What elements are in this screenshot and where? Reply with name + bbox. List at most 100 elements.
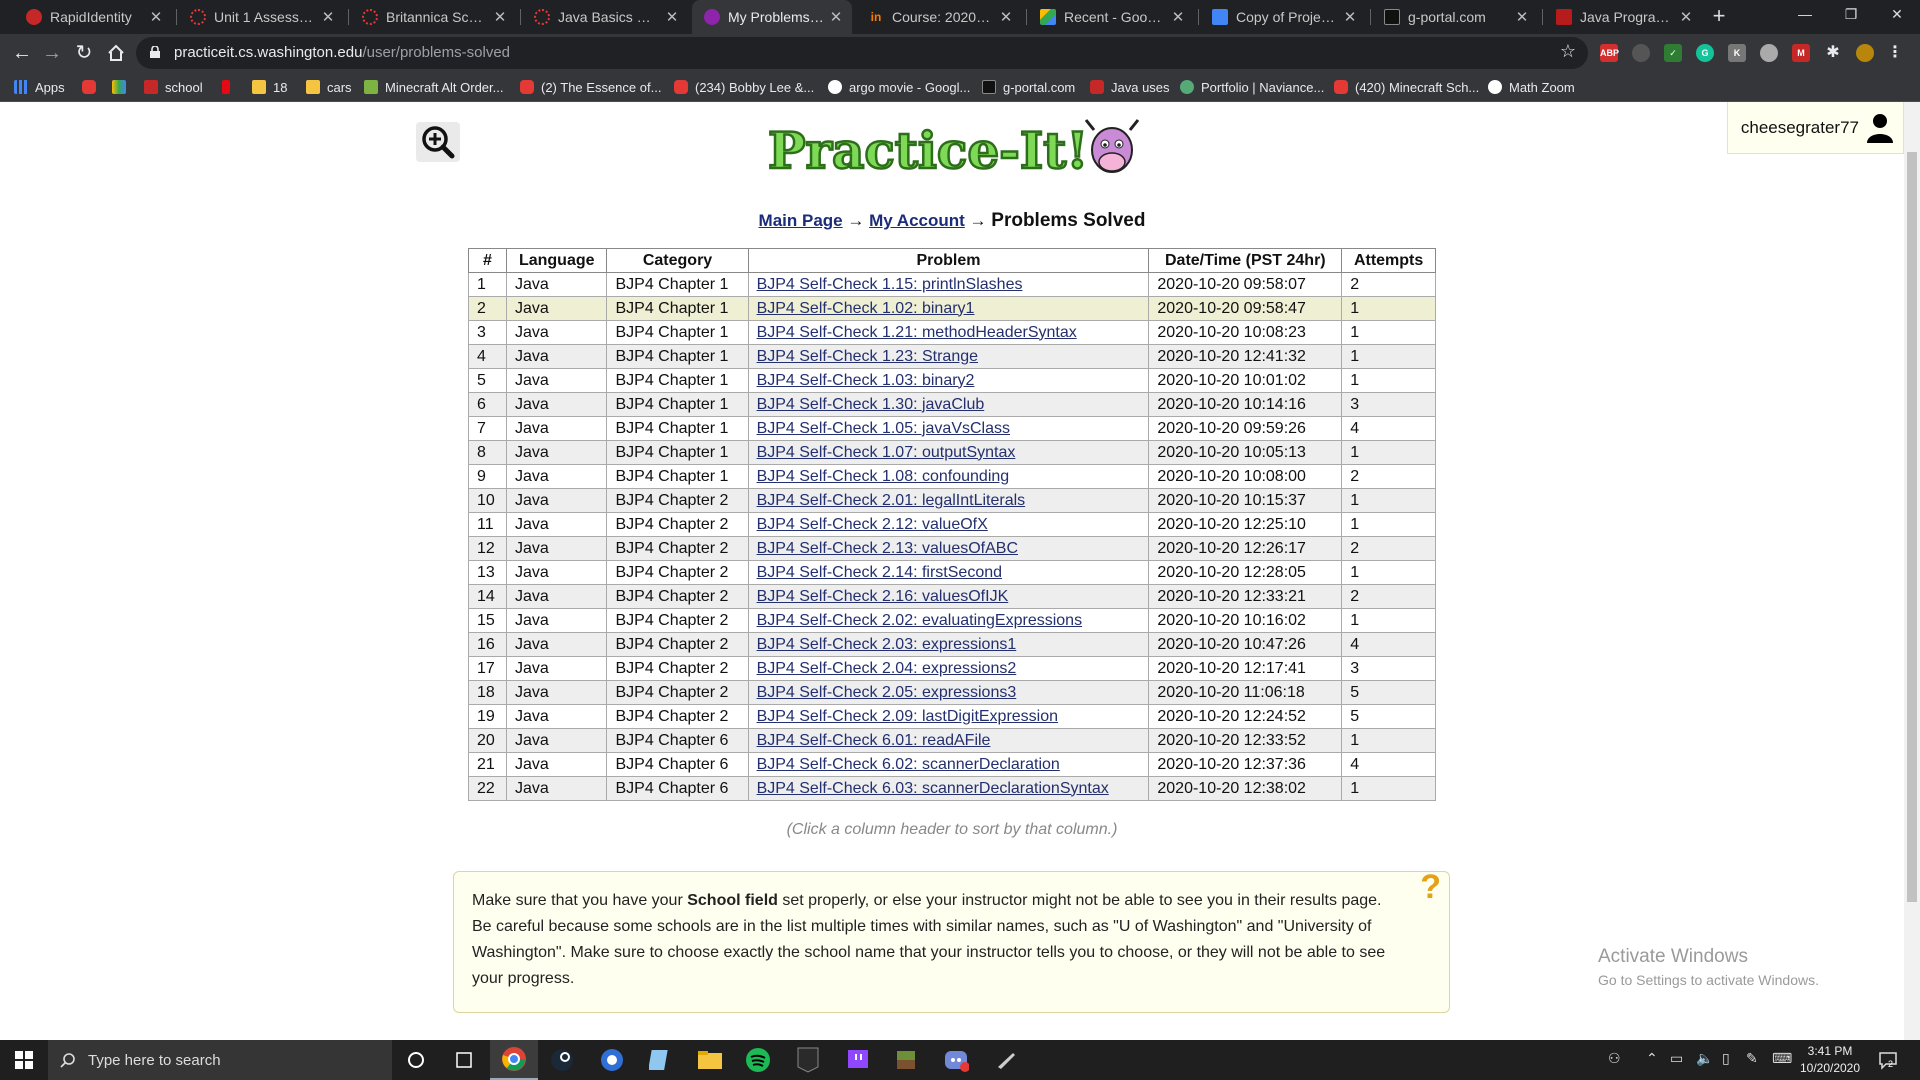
checkmark-extension-icon[interactable]: ✓	[1664, 44, 1682, 62]
chrome-taskbar-icon[interactable]	[490, 1040, 538, 1080]
windows-start-icon[interactable]	[0, 1040, 48, 1080]
puzzle-icon[interactable]: ✱	[1824, 44, 1842, 62]
adblock-icon[interactable]: ABP	[1600, 44, 1619, 62]
system-clock[interactable]: 3:41 PM 10/20/2020	[1798, 1043, 1862, 1077]
column-header-problem[interactable]: Problem	[747, 248, 1150, 273]
problem-link[interactable]: BJP4 Self-Check 2.13: valuesOfABC	[757, 540, 1018, 557]
reload-icon[interactable]: ↻	[70, 39, 98, 67]
browser-tab[interactable]: in Course: 2020FA Cal ✕	[856, 0, 1022, 34]
bookmark-youtube[interactable]	[82, 78, 103, 96]
problem-link[interactable]: BJP4 Self-Check 1.05: javaVsClass	[757, 420, 1010, 437]
close-tab-icon[interactable]: ✕	[664, 8, 680, 26]
keyboard-icon[interactable]: ⌨	[1772, 1050, 1792, 1067]
spotify-icon[interactable]	[734, 1040, 782, 1080]
back-icon[interactable]: ←	[8, 39, 36, 67]
extension-icon[interactable]	[1632, 44, 1650, 62]
column-header-number[interactable]: #	[468, 248, 507, 273]
bookmark-math-zoom[interactable]: Math Zoom	[1488, 78, 1575, 96]
close-tab-icon[interactable]: ✕	[148, 8, 164, 26]
browser-tab[interactable]: RapidIdentity ✕	[14, 0, 172, 34]
app-icon[interactable]	[588, 1040, 636, 1080]
browser-tab[interactable]: g-portal.com ✕	[1372, 0, 1538, 34]
scrollbar-thumb[interactable]	[1907, 152, 1917, 902]
minecraft-icon[interactable]	[882, 1040, 930, 1080]
show-hidden-icons[interactable]: ⌃	[1646, 1050, 1658, 1067]
bookmark-essence[interactable]: (2) The Essence of...	[520, 78, 661, 96]
problem-link[interactable]: BJP4 Self-Check 2.12: valueOfX	[757, 516, 988, 533]
bookmark-item[interactable]	[112, 78, 133, 96]
bookmark-netflix[interactable]	[222, 78, 237, 96]
problem-link[interactable]: BJP4 Self-Check 2.16: valuesOfIJK	[757, 588, 1009, 605]
problem-link[interactable]: BJP4 Self-Check 1.30: javaClub	[757, 396, 985, 413]
twitch-icon[interactable]	[834, 1040, 882, 1080]
bookmark-minecraft-alt[interactable]: Minecraft Alt Order...	[364, 78, 504, 96]
column-header-language[interactable]: Language	[505, 248, 608, 273]
bookmark-18[interactable]: 18	[252, 78, 287, 96]
notepad-icon[interactable]	[636, 1040, 684, 1080]
problem-link[interactable]: BJP4 Self-Check 1.03: binary2	[757, 372, 975, 389]
problem-link[interactable]: BJP4 Self-Check 2.14: firstSecond	[757, 564, 1002, 581]
battery-icon[interactable]: ▯	[1722, 1050, 1730, 1067]
close-tab-icon[interactable]: ✕	[828, 8, 844, 26]
problem-link[interactable]: BJP4 Self-Check 2.05: expressions3	[757, 684, 1017, 701]
menu-icon[interactable]: ⋮	[1886, 44, 1904, 62]
problem-link[interactable]: BJP4 Self-Check 6.01: readAFile	[757, 732, 991, 749]
bookmark-java-uses[interactable]: Java uses	[1090, 78, 1170, 96]
problem-link[interactable]: BJP4 Self-Check 1.07: outputSyntax	[757, 444, 1016, 461]
problem-link[interactable]: BJP4 Self-Check 1.21: methodHeaderSyntax	[757, 324, 1077, 341]
close-tab-icon[interactable]: ✕	[1514, 8, 1530, 26]
extension-icon[interactable]: K	[1728, 44, 1746, 62]
bookmark-naviance[interactable]: Portfolio | Naviance...	[1180, 78, 1324, 96]
people-icon[interactable]: ⚇	[1608, 1050, 1621, 1067]
my-account-link[interactable]: My Account	[869, 211, 965, 230]
bookmark-apps[interactable]: Apps	[14, 78, 65, 96]
problem-link[interactable]: BJP4 Self-Check 1.23: Strange	[757, 348, 978, 365]
page-scrollbar[interactable]	[1904, 102, 1920, 1040]
close-tab-icon[interactable]: ✕	[1678, 8, 1694, 26]
bookmark-cars[interactable]: cars	[306, 78, 352, 96]
close-tab-icon[interactable]: ✕	[1342, 8, 1358, 26]
help-question-icon[interactable]: ?	[1420, 870, 1441, 904]
problem-link[interactable]: BJP4 Self-Check 1.15: printlnSlashes	[757, 276, 1023, 293]
restore-window-button[interactable]: ❐	[1828, 0, 1874, 30]
grammarly-icon[interactable]: G	[1696, 44, 1714, 62]
file-explorer-icon[interactable]	[686, 1040, 734, 1080]
browser-tab[interactable]: Java Program to fin ✕	[1544, 0, 1702, 34]
browser-tab[interactable]: Java Basics Review ✕	[522, 0, 688, 34]
problem-link[interactable]: BJP4 Self-Check 2.03: expressions1	[757, 636, 1017, 653]
column-header-category[interactable]: Category	[606, 248, 749, 273]
bookmark-star-icon[interactable]: ☆	[1560, 41, 1576, 62]
close-tab-icon[interactable]: ✕	[320, 8, 336, 26]
extension-icon[interactable]: M	[1792, 44, 1810, 62]
practice-it-logo[interactable]: Practice-It!	[764, 114, 1144, 182]
browser-tab[interactable]: Copy of Project Res ✕	[1200, 0, 1366, 34]
bookmark-argo[interactable]: argo movie - Googl...	[828, 78, 970, 96]
browser-tab[interactable]: Recent - Google Dr ✕	[1028, 0, 1194, 34]
minimize-window-button[interactable]: —	[1782, 0, 1828, 30]
column-header-datetime[interactable]: Date/Time (PST 24hr)	[1148, 248, 1343, 273]
browser-tab-active[interactable]: My Problems Solved ✕	[692, 0, 852, 34]
close-tab-icon[interactable]: ✕	[492, 8, 508, 26]
bookmark-g-portal[interactable]: g-portal.com	[982, 78, 1075, 96]
new-tab-button[interactable]: +	[1706, 4, 1732, 30]
problem-link[interactable]: BJP4 Self-Check 2.02: evaluatingExpressi…	[757, 612, 1083, 629]
problem-link[interactable]: BJP4 Self-Check 2.01: legalIntLiterals	[757, 492, 1026, 509]
user-account-box[interactable]: cheesegrater77	[1727, 102, 1904, 154]
taskbar-search-box[interactable]: Type here to search	[48, 1040, 392, 1080]
close-window-button[interactable]: ✕	[1874, 0, 1920, 30]
app-icon[interactable]	[982, 1040, 1030, 1080]
extension-icon[interactable]	[1760, 44, 1778, 62]
close-tab-icon[interactable]: ✕	[998, 8, 1014, 26]
problem-link[interactable]: BJP4 Self-Check 2.04: expressions2	[757, 660, 1017, 677]
cortana-icon[interactable]	[392, 1040, 440, 1080]
pen-icon[interactable]: ✎	[1746, 1050, 1758, 1067]
avatar[interactable]	[1856, 44, 1874, 62]
task-view-icon[interactable]	[440, 1040, 488, 1080]
problem-link[interactable]: BJP4 Self-Check 1.08: confounding	[757, 468, 1010, 485]
bookmark-bobby-lee[interactable]: (234) Bobby Lee &...	[674, 78, 814, 96]
steam-icon[interactable]	[538, 1040, 586, 1080]
problem-link[interactable]: BJP4 Self-Check 6.02: scannerDeclaration	[757, 756, 1060, 773]
browser-tab[interactable]: Unit 1 Assessment ✕	[178, 0, 344, 34]
browser-tab[interactable]: Britannica School ✕	[350, 0, 516, 34]
forward-icon[interactable]: →	[38, 39, 66, 67]
